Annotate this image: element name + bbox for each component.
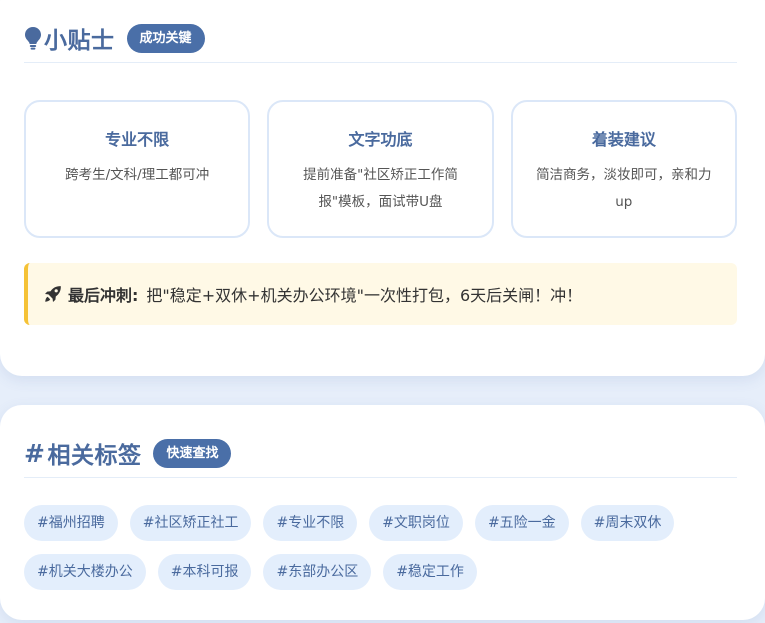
tag-list: #福州招聘 #社区矫正社工 #专业不限 #文职岗位 #五险一金 #周末双休 #机…	[24, 505, 725, 590]
tip-box-attire: 着装建议 简洁商务，淡妆即可，亲和力up	[510, 100, 737, 238]
tag-stable-job[interactable]: #稳定工作	[383, 554, 477, 590]
tags-title-text: 相关标签	[47, 443, 142, 469]
tip-box-text: 提前准备"社区矫正工作简报"模板，面试带U盘	[303, 167, 458, 210]
tag-community-correction-social-work[interactable]: #社区矫正社工	[129, 505, 252, 541]
tip-box-title: 文字功底	[348, 130, 413, 149]
final-sprint-text: 把"稳定+双休+机关办公环境"一次性打包，6天后关闸！冲！	[146, 286, 583, 305]
quick-find-badge: 快速查找	[153, 438, 232, 468]
success-key-badge: 成功关键	[126, 23, 205, 53]
hash-icon: #	[24, 438, 46, 468]
final-sprint-label: 最后冲刺:	[68, 286, 139, 305]
tip-box-major: 专业不限 跨考生/文科/理工都可冲	[24, 100, 251, 238]
tag-government-building-office[interactable]: #机关大楼办公	[24, 554, 146, 590]
tags-header: # 相关标签 快速查找	[24, 429, 737, 478]
tip-box-writing: 文字功底 提前准备"社区矫正工作简报"模板，面试带U盘	[267, 100, 494, 238]
lightbulb-icon	[25, 27, 41, 50]
tip-box-title: 专业不限	[105, 130, 170, 149]
tip-box-text: 跨考生/文科/理工都可冲	[65, 167, 210, 183]
tag-weekends-off[interactable]: #周末双休	[580, 505, 675, 541]
rocket-icon	[45, 286, 61, 302]
tag-any-major[interactable]: #专业不限	[263, 505, 358, 541]
tag-fuzhou-recruitment[interactable]: #福州招聘	[24, 505, 118, 541]
tips-title-text: 小贴士	[44, 28, 115, 54]
tips-header: 小贴士 成功关键	[24, 14, 737, 63]
tips-title: 小贴士	[24, 21, 115, 55]
final-sprint-note: 最后冲刺: 把"稳定+双休+机关办公环境"一次性打包，6天后关闸！冲！	[24, 263, 737, 325]
tags-title: # 相关标签	[24, 436, 141, 470]
tag-clerical-position[interactable]: #文职岗位	[369, 505, 463, 541]
tag-social-insurance[interactable]: #五险一金	[474, 505, 569, 541]
tip-boxes: 专业不限 跨考生/文科/理工都可冲 文字功底 提前准备"社区矫正工作简报"模板，…	[24, 100, 737, 238]
related-tags-card: # 相关标签 快速查找 #福州招聘 #社区矫正社工 #专业不限 #文职岗位 #五…	[0, 405, 765, 620]
tip-box-title: 着装建议	[591, 130, 656, 149]
tag-bachelor-eligible[interactable]: #本科可报	[157, 554, 252, 590]
tag-east-office-area[interactable]: #东部办公区	[263, 554, 372, 590]
tip-box-text: 简洁商务，淡妆即可，亲和力up	[536, 167, 712, 210]
tips-card: 小贴士 成功关键 专业不限 跨考生/文科/理工都可冲 文字功底 提前准备"社区矫…	[0, 0, 765, 376]
